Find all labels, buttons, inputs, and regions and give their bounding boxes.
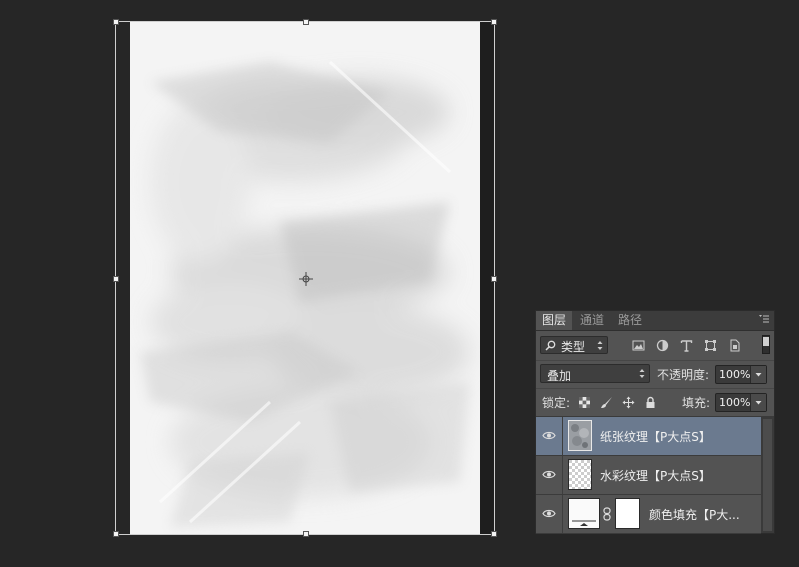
visibility-toggle[interactable] (536, 417, 563, 455)
chevron-updown-icon (597, 341, 603, 350)
adjustment-filter-icon[interactable] (656, 339, 669, 352)
paper-texture-thumbnail (569, 421, 591, 450)
chevron-down-icon (755, 401, 762, 405)
fill-dropdown-button[interactable] (750, 394, 766, 411)
transform-reference-point-icon[interactable] (299, 272, 313, 286)
lock-transparent-icon[interactable] (578, 396, 591, 409)
color-fill-adjustment-icon (569, 499, 599, 528)
fill-layer-thumbnail (568, 498, 600, 529)
layer-name[interactable]: 颜色填充【P大... (649, 506, 740, 523)
layers-panel: 图层 通道 路径 类型 叠加 不透明度: 100% 锁定: 填充: 100% 纸… (535, 310, 775, 534)
transform-handle-top[interactable] (303, 19, 309, 25)
transform-handle-bottom-right[interactable] (491, 531, 497, 537)
layer-list-scrollbar[interactable] (761, 417, 774, 533)
transform-handle-bottom[interactable] (303, 531, 309, 537)
panel-menu-icon[interactable] (758, 313, 770, 325)
transform-handle-bottom-left[interactable] (113, 531, 119, 537)
opacity-value: 100% (719, 368, 751, 381)
search-icon (545, 340, 556, 351)
transform-handle-top-left[interactable] (113, 19, 119, 25)
tab-channels[interactable]: 通道 (574, 311, 610, 330)
mask-link-icon[interactable] (603, 507, 611, 521)
tab-paths[interactable]: 路径 (612, 311, 648, 330)
fill-field[interactable]: 100% (715, 393, 767, 412)
layer-mask-thumbnail (615, 498, 640, 529)
fill-label: 填充: (682, 396, 711, 410)
lock-position-icon[interactable] (622, 396, 635, 409)
blend-opacity-row: 叠加 不透明度: 100% (536, 361, 774, 389)
tab-layers[interactable]: 图层 (536, 311, 573, 330)
layer-row-watercolor-texture[interactable]: 水彩纹理【P大点S】 (536, 456, 761, 495)
lock-all-icon[interactable] (644, 396, 657, 409)
transform-handle-left[interactable] (113, 276, 119, 282)
shape-filter-icon[interactable] (704, 339, 717, 352)
filter-toggle-switch[interactable] (762, 335, 770, 354)
layer-name[interactable]: 纸张纹理【P大点S】 (600, 428, 711, 445)
filter-kind-label: 类型 (561, 340, 586, 354)
eye-icon (542, 470, 556, 479)
visibility-toggle[interactable] (536, 495, 563, 533)
transform-handle-top-right[interactable] (491, 19, 497, 25)
blend-mode-value: 叠加 (547, 369, 572, 383)
blend-mode-select[interactable]: 叠加 (540, 364, 650, 383)
opacity-dropdown-button[interactable] (750, 366, 766, 383)
chevron-down-icon (755, 373, 762, 377)
panel-tab-bar: 图层 通道 路径 (536, 311, 774, 331)
pixel-filter-icon[interactable] (632, 339, 645, 352)
eye-icon (542, 431, 556, 440)
lock-image-icon[interactable] (600, 396, 613, 409)
visibility-toggle[interactable] (536, 456, 563, 494)
smart-object-filter-icon[interactable] (728, 339, 741, 352)
filter-kind-select[interactable]: 类型 (540, 336, 608, 354)
layer-list: 纸张纹理【P大点S】 水彩纹理【P大点S】 颜色填充【P大... (536, 417, 774, 534)
text-filter-icon[interactable] (680, 339, 693, 352)
layer-row-color-fill[interactable]: 颜色填充【P大... (536, 495, 761, 534)
lock-fill-row: 锁定: 填充: 100% (536, 389, 774, 417)
layer-thumbnail-paper-texture (568, 420, 592, 451)
transform-handle-right[interactable] (491, 276, 497, 282)
opacity-field[interactable]: 100% (715, 365, 767, 384)
chevron-updown-icon (639, 369, 645, 378)
layer-name[interactable]: 水彩纹理【P大点S】 (600, 467, 711, 484)
layer-thumbnail-watercolor-texture (568, 459, 592, 490)
fill-value: 100% (719, 396, 751, 409)
eye-icon (542, 509, 556, 518)
layer-row-paper-texture[interactable]: 纸张纹理【P大点S】 (536, 417, 761, 456)
transparency-checkerboard-thumbnail (569, 460, 591, 489)
lock-label: 锁定: (542, 396, 571, 410)
layer-filter-row: 类型 (536, 332, 774, 361)
opacity-label: 不透明度: (657, 368, 710, 382)
